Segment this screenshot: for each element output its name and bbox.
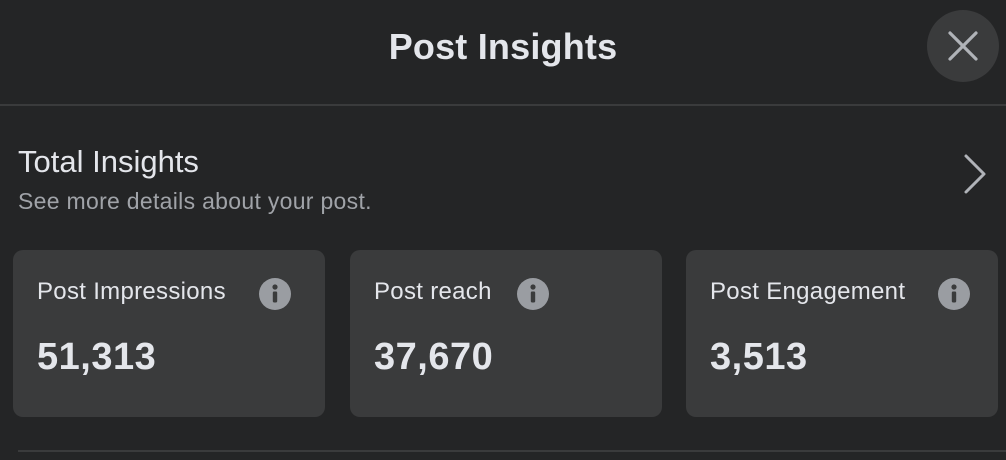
info-button[interactable]	[259, 278, 291, 310]
metric-card-impressions: Post Impressions 51,313	[13, 250, 325, 417]
info-icon	[530, 284, 536, 303]
metric-label: Post Engagement	[710, 278, 906, 305]
close-button[interactable]	[927, 10, 999, 82]
metric-value: 3,513	[710, 336, 808, 378]
metric-label: Post reach	[374, 278, 492, 305]
page-title: Post Insights	[388, 26, 618, 67]
info-icon	[272, 284, 278, 303]
close-icon	[948, 31, 978, 61]
info-icon	[951, 284, 957, 303]
info-button[interactable]	[517, 278, 549, 310]
chevron-right-icon	[964, 154, 986, 194]
metric-card-engagement: Post Engagement 3,513	[686, 250, 998, 417]
total-insights-title: Total Insights	[18, 144, 199, 179]
metric-card-reach: Post reach 37,670	[350, 250, 662, 417]
dialog-header: Post Insights	[0, 0, 1006, 106]
metric-label: Post Impressions	[37, 278, 226, 305]
divider	[18, 450, 1006, 452]
metric-value: 37,670	[374, 336, 494, 378]
total-insights-subtitle: See more details about your post.	[18, 188, 372, 214]
info-button[interactable]	[938, 278, 970, 310]
total-insights-row[interactable]: Total Insights See more details about yo…	[0, 108, 1006, 238]
metric-value: 51,313	[37, 336, 157, 378]
